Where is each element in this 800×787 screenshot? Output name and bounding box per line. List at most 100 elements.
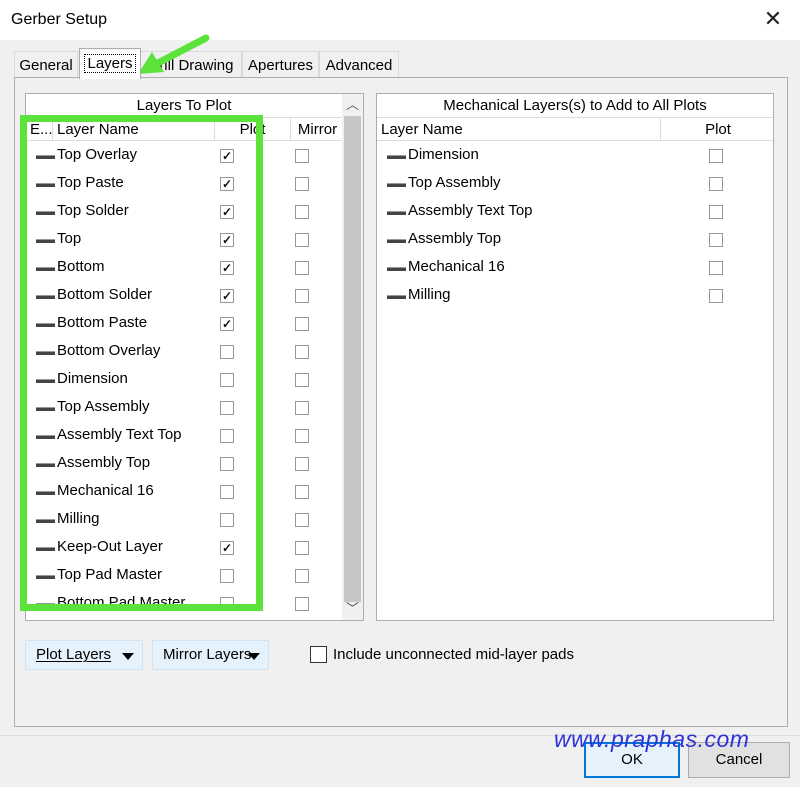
scroll-up-icon[interactable]: ︿	[342, 95, 363, 115]
plot-checkbox[interactable]	[220, 401, 234, 415]
plot-checkbox[interactable]	[709, 149, 723, 163]
plot-checkbox[interactable]	[220, 345, 234, 359]
mirror-checkbox[interactable]	[295, 233, 309, 247]
plot-checkbox[interactable]: ✓	[220, 177, 234, 191]
plot-checkbox[interactable]: ✓	[220, 149, 234, 163]
layer-row[interactable]: Dimension	[26, 366, 344, 394]
dropdown-arrow-icon	[122, 653, 134, 660]
layer-row[interactable]: Assembly Top	[26, 450, 344, 478]
layer-color-icon	[36, 547, 55, 551]
col-plot[interactable]: Plot	[215, 118, 291, 141]
plot-checkbox[interactable]	[220, 457, 234, 471]
mech-layer-row[interactable]: Assembly Text Top	[377, 198, 773, 226]
mirror-checkbox[interactable]	[295, 345, 309, 359]
layer-name: Dimension	[57, 370, 128, 387]
plot-checkbox[interactable]: ✓	[220, 289, 234, 303]
mirror-checkbox[interactable]	[295, 205, 309, 219]
plot-checkbox[interactable]: ✓	[220, 541, 234, 555]
layer-color-icon	[36, 491, 55, 495]
col-mirror[interactable]: Mirror	[291, 118, 344, 141]
mech-layer-row[interactable]: Top Assembly	[377, 170, 773, 198]
layer-row[interactable]: Top Paste ✓	[26, 170, 344, 198]
tab-apertures[interactable]: Apertures	[242, 51, 319, 78]
layer-row[interactable]: Assembly Text Top	[26, 422, 344, 450]
mirror-checkbox[interactable]	[295, 373, 309, 387]
plot-checkbox[interactable]: ✓	[220, 233, 234, 247]
mirror-checkbox[interactable]	[295, 401, 309, 415]
layer-row[interactable]: Milling	[26, 506, 344, 534]
layer-name: Assembly Top	[57, 454, 151, 471]
title-bar: Gerber Setup ✕	[0, 0, 800, 40]
plot-checkbox[interactable]	[709, 205, 723, 219]
layer-color-icon	[36, 239, 55, 243]
mechanical-layers-header: Mechanical Layers(s) to Add to All Plots	[377, 94, 773, 118]
mirror-layers-button[interactable]: Mirror Layers	[152, 640, 269, 670]
mirror-checkbox[interactable]	[295, 541, 309, 555]
plot-checkbox[interactable]	[220, 373, 234, 387]
plot-checkbox[interactable]	[709, 289, 723, 303]
mirror-checkbox[interactable]	[295, 177, 309, 191]
layer-row[interactable]: Bottom Overlay	[26, 338, 344, 366]
plot-checkbox[interactable]	[709, 177, 723, 191]
plot-checkbox[interactable]: ✓	[220, 261, 234, 275]
mirror-checkbox[interactable]	[295, 289, 309, 303]
layer-color-icon	[36, 155, 55, 159]
mirror-checkbox[interactable]	[295, 597, 309, 611]
col-extension[interactable]: E...	[26, 118, 53, 141]
plot-checkbox[interactable]: ✓	[220, 205, 234, 219]
tab-general[interactable]: General	[14, 51, 78, 78]
plot-layers-button[interactable]: Plot Layers	[25, 640, 143, 670]
layer-row[interactable]: Bottom Solder ✓	[26, 282, 344, 310]
layer-name: Top Paste	[57, 174, 124, 191]
plot-checkbox[interactable]	[220, 485, 234, 499]
layer-color-icon	[36, 435, 55, 439]
mirror-checkbox[interactable]	[295, 513, 309, 527]
mirror-checkbox[interactable]	[295, 149, 309, 163]
mech-layer-row[interactable]: Mechanical 16	[377, 254, 773, 282]
mechanical-layers-list[interactable]: Mechanical Layers(s) to Add to All Plots…	[376, 93, 774, 621]
layer-row[interactable]: Top Overlay ✓	[26, 142, 344, 170]
layer-row[interactable]: Mechanical 16	[26, 478, 344, 506]
plot-checkbox[interactable]	[709, 233, 723, 247]
plot-checkbox[interactable]	[220, 513, 234, 527]
plot-checkbox[interactable]	[220, 429, 234, 443]
layer-row[interactable]: Top Assembly	[26, 394, 344, 422]
tab-layers[interactable]: Layers	[79, 48, 141, 79]
mirror-checkbox[interactable]	[295, 429, 309, 443]
layer-name: Bottom Paste	[57, 314, 148, 331]
layer-row[interactable]: Top Solder ✓	[26, 198, 344, 226]
layer-row[interactable]: Top ✓	[26, 226, 344, 254]
mech-layer-row[interactable]: Dimension	[377, 142, 773, 170]
mech-layer-row[interactable]: Milling	[377, 282, 773, 310]
mirror-checkbox[interactable]	[295, 569, 309, 583]
scroll-thumb[interactable]	[344, 116, 361, 602]
mirror-checkbox[interactable]	[295, 485, 309, 499]
col-mech-plot[interactable]: Plot	[661, 118, 773, 141]
layers-scrollbar[interactable]: ︿ ﹀	[342, 94, 363, 620]
layer-name: Dimension	[408, 146, 479, 163]
include-unconnected-checkbox[interactable]	[310, 646, 327, 663]
plot-checkbox[interactable]: ✓	[220, 317, 234, 331]
layer-name: Top Assembly	[57, 398, 150, 415]
col-layer-name[interactable]: Layer Name	[53, 118, 215, 141]
layer-color-icon	[36, 379, 55, 383]
mech-layer-row[interactable]: Assembly Top	[377, 226, 773, 254]
scroll-down-icon[interactable]: ﹀	[342, 599, 363, 619]
mirror-checkbox[interactable]	[295, 457, 309, 471]
layer-row[interactable]: Top Pad Master	[26, 562, 344, 590]
plot-checkbox[interactable]	[709, 261, 723, 275]
plot-checkbox[interactable]	[220, 569, 234, 583]
layer-row[interactable]: Keep-Out Layer ✓	[26, 534, 344, 562]
layer-row[interactable]: Bottom Pad Master	[26, 590, 344, 618]
col-mech-layer-name[interactable]: Layer Name	[377, 118, 661, 141]
layer-row[interactable]: Bottom ✓	[26, 254, 344, 282]
plot-checkbox[interactable]	[220, 597, 234, 611]
layer-row[interactable]: Bottom Paste ✓	[26, 310, 344, 338]
layer-name: Top Assembly	[408, 174, 501, 191]
layer-color-icon	[36, 407, 55, 411]
layers-to-plot-list[interactable]: Layers To Plot E... Layer Name Plot Mirr…	[25, 93, 364, 621]
mirror-checkbox[interactable]	[295, 317, 309, 331]
close-icon[interactable]: ✕	[760, 6, 786, 32]
tab-advanced[interactable]: Advanced	[319, 51, 399, 78]
mirror-checkbox[interactable]	[295, 261, 309, 275]
